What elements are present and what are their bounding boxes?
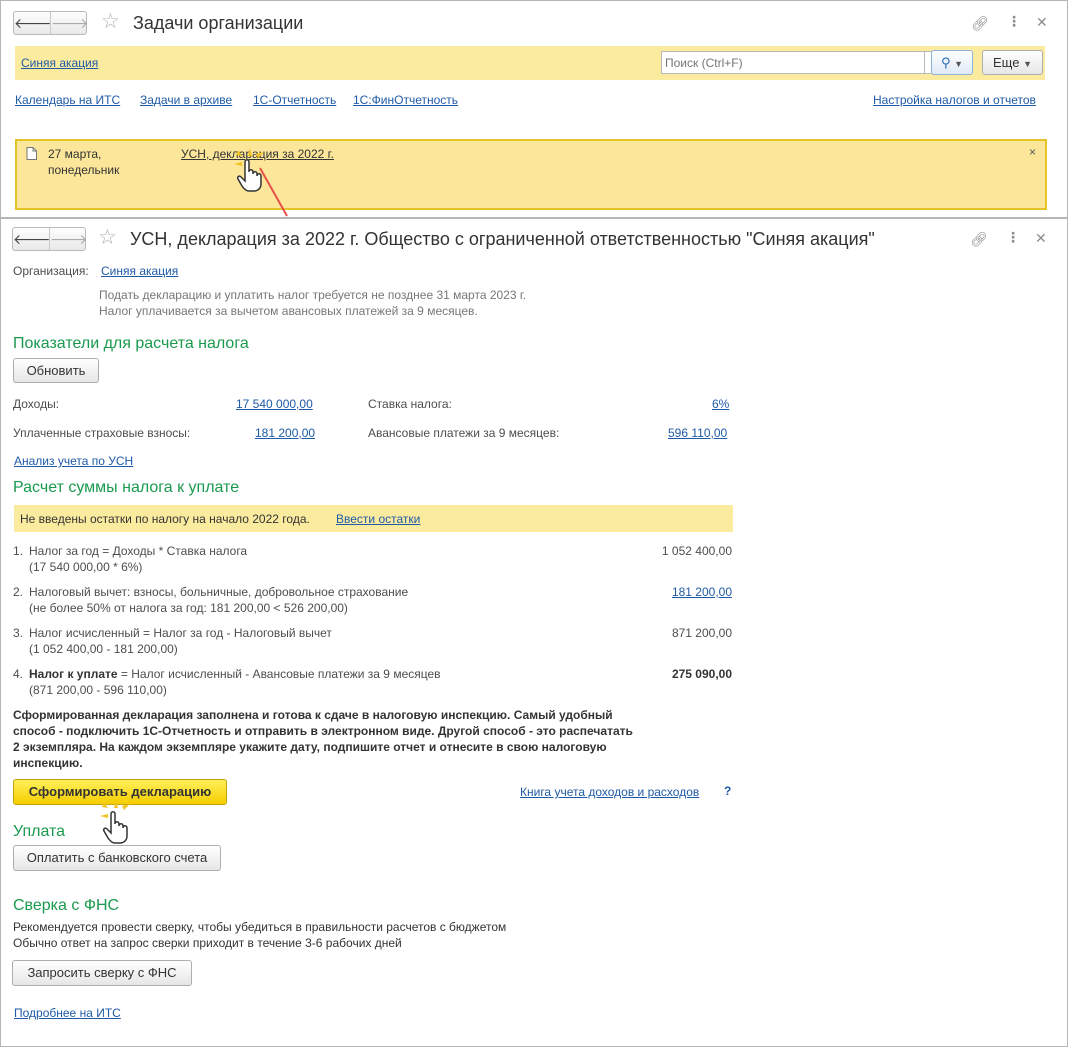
tax-payable-value: 275 090,00 <box>671 667 732 681</box>
document-icon <box>26 147 37 160</box>
archive-tasks-link[interactable]: Задачи в архиве <box>140 93 232 107</box>
search-button[interactable]: ⚲ ▼ <box>931 50 973 75</box>
calc-item-num: 2. <box>13 585 24 599</box>
org-link[interactable]: Синяя акация <box>101 264 178 278</box>
calc-item-sub: (1 052 400,00 - 181 200,00) <box>29 642 178 656</box>
payment-title: Уплата <box>13 823 66 840</box>
calc-item-num: 1. <box>13 544 24 558</box>
income-expense-book-link[interactable]: Книга учета доходов и расходов <box>520 785 699 799</box>
request-reconciliation-button[interactable]: Запросить сверку с ФНС <box>12 960 192 986</box>
calc-item-num: 3. <box>13 626 24 640</box>
calc-item-sub: (не более 50% от налога за год: 181 200,… <box>29 601 348 615</box>
more-vertical-icon[interactable]: ⋮ <box>1007 13 1021 29</box>
close-icon[interactable]: ✕ <box>1036 14 1048 30</box>
tasks-window: 🡐 🡒 ☆ Задачи организации 🔗︎ ⋮ ✕ Синяя ак… <box>0 0 1068 218</box>
close-icon[interactable]: ✕ <box>1035 230 1047 246</box>
advance-value[interactable]: 596 110,00 <box>668 426 727 440</box>
task-item[interactable]: 27 марта, понедельник УСН, декларация за… <box>15 139 1047 210</box>
rate-label: Ставка налога: <box>368 397 452 411</box>
calc-item-text: Налог исчисленный = Налог за год - Налог… <box>29 626 332 640</box>
hand-cursor-icon <box>100 800 130 844</box>
calc-item-sub: (871 200,00 - 596 110,00) <box>29 683 167 697</box>
1c-finreporting-link[interactable]: 1С:ФинОтчетность <box>353 93 458 107</box>
declaration-window: 🡐 🡒 ☆ УСН, декларация за 2022 г. Обществ… <box>2 218 1066 1045</box>
deadline-note: Подать декларацию и уплатить налог требу… <box>99 288 527 302</box>
deduction-value-link[interactable]: 181 200,00 <box>632 585 732 599</box>
org-filter-link[interactable]: Синяя акация <box>21 56 98 70</box>
summary-line: способ - подключить 1С-Отчетность и отпр… <box>13 724 633 738</box>
search-icon: ⚲ <box>940 55 951 70</box>
favorite-star-icon[interactable]: ☆ <box>101 11 120 33</box>
window-title: УСН, декларация за 2022 г. Общество с ог… <box>130 229 875 249</box>
calc-item-value: 1 052 400,00 <box>661 544 732 558</box>
calc-item-value: 871 200,00 <box>671 626 732 640</box>
calc-item-text: Налоговый вычет: взносы, больничные, доб… <box>29 585 409 599</box>
tax-payable-label: Налог к уплате <box>29 667 118 681</box>
more-button-label: Еще <box>993 55 1020 70</box>
enter-balances-link[interactable]: Ввести остатки <box>336 512 420 526</box>
calc-item-sub: (17 540 000,00 * 6%) <box>29 560 143 574</box>
filter-bar: Синяя акация × ⚲ ▼ Еще ▼ <box>15 46 1045 80</box>
its-calendar-link[interactable]: Календарь на ИТС <box>15 93 120 107</box>
more-button[interactable]: Еще ▼ <box>982 50 1043 75</box>
reconcile-line: Рекомендуется провести сверку, чтобы убе… <box>13 920 507 934</box>
summary-line: 2 экземпляра. На каждом экземпляре укажи… <box>13 740 607 754</box>
indicators-title: Показатели для расчета налога <box>13 335 249 352</box>
favorite-star-icon[interactable]: ☆ <box>98 227 117 249</box>
nav-buttons: 🡐 🡒 <box>12 227 88 251</box>
tax-settings-link[interactable]: Настройка налогов и отчетов <box>873 93 1036 107</box>
advance-label: Авансовые платежи за 9 месяцев: <box>368 426 560 440</box>
warning-text: Не введены остатки по налогу на начало 2… <box>20 512 310 526</box>
hand-cursor-icon <box>234 148 264 192</box>
more-vertical-icon[interactable]: ⋮ <box>1006 229 1020 245</box>
income-label: Доходы: <box>13 397 60 411</box>
balance-warning: Не введены остатки по налогу на начало 2… <box>14 505 733 532</box>
insurance-label: Уплаченные страховые взносы: <box>13 426 191 440</box>
chevron-down-icon: ▼ <box>1023 59 1032 69</box>
nav-buttons: 🡐 🡒 <box>13 11 89 35</box>
org-label: Организация: <box>13 264 89 278</box>
calc-title: Расчет суммы налога к уплате <box>13 479 240 496</box>
reconcile-title: Сверка с ФНС <box>13 897 120 914</box>
refresh-button[interactable]: Обновить <box>13 358 99 383</box>
help-icon[interactable]: ? <box>724 784 731 798</box>
rate-value[interactable]: 6% <box>712 397 729 411</box>
forward-arrow-icon[interactable]: 🡒 <box>50 228 88 250</box>
usn-analysis-link[interactable]: Анализ учета по УСН <box>14 454 133 468</box>
link-icon[interactable]: 🔗︎ <box>970 231 988 247</box>
insurance-value[interactable]: 181 200,00 <box>255 426 315 440</box>
task-close-icon[interactable]: × <box>1029 145 1036 159</box>
income-value[interactable]: 17 540 000,00 <box>236 397 313 411</box>
forward-arrow-icon[interactable]: 🡒 <box>51 12 89 34</box>
task-weekday: понедельник <box>48 163 120 177</box>
calc-item-text: Налог за год = Доходы * Ставка налога <box>29 544 248 558</box>
calc-item-text: = Налог исчисленный - Авансовые платежи … <box>117 667 441 681</box>
its-more-link[interactable]: Подробнее на ИТС <box>14 1006 121 1020</box>
link-icon[interactable]: 🔗︎ <box>971 15 989 31</box>
summary-line: инспекцию. <box>13 756 83 770</box>
window-title: Задачи организации <box>133 13 304 33</box>
back-arrow-icon[interactable]: 🡐 <box>14 12 52 34</box>
reconcile-line: Обычно ответ на запрос сверки приходит в… <box>13 936 402 950</box>
chevron-down-icon: ▼ <box>954 59 964 69</box>
advance-note: Налог уплачивается за вычетом авансовых … <box>99 304 478 318</box>
calc-item-line: Налог к уплате = Налог исчисленный - Ава… <box>29 667 441 681</box>
pay-from-bank-button[interactable]: Оплатить с банковского счета <box>13 845 221 871</box>
calc-item-num: 4. <box>13 667 24 681</box>
back-arrow-icon[interactable]: 🡐 <box>13 228 51 250</box>
summary-line: Сформированная декларация заполнена и го… <box>13 708 613 722</box>
search-input[interactable] <box>661 51 925 74</box>
1c-reporting-link[interactable]: 1С-Отчетность <box>253 93 336 107</box>
task-date: 27 марта, <box>48 147 102 161</box>
